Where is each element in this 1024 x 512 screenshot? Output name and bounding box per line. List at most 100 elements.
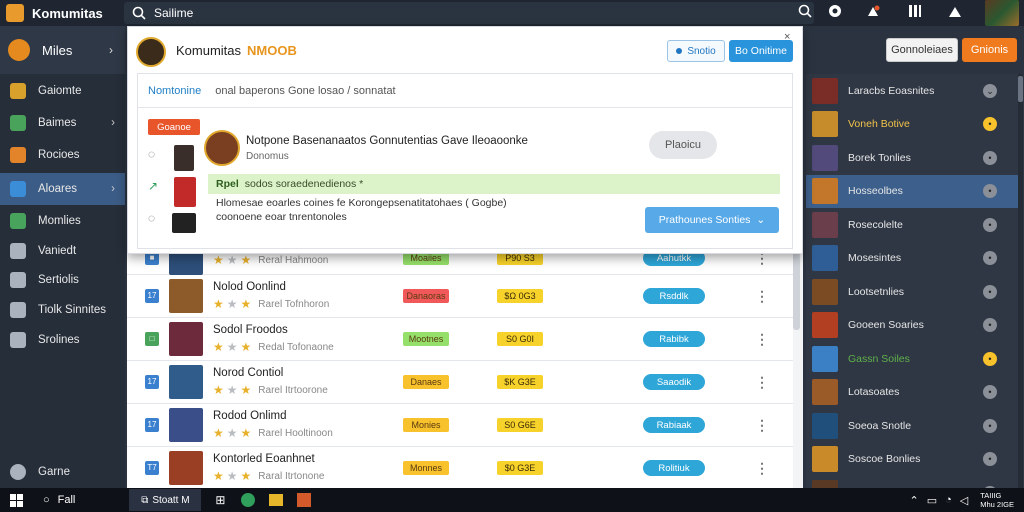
sidebar-item-aloares[interactable]: Aloares › [0, 173, 125, 205]
task-view-icon[interactable]: ⊞ [215, 493, 225, 507]
search-icon[interactable] [796, 4, 814, 22]
row-name[interactable]: Kontorled Eoanhnet [213, 453, 403, 465]
close-icon[interactable]: × [784, 31, 790, 43]
table-row[interactable]: 17 Norod Contiol ★ ★ ★ Rarel Itrtoorone Danaes… [127, 361, 793, 404]
header-button-primary[interactable]: Gnionis [962, 38, 1017, 62]
right-scrollbar[interactable] [1018, 74, 1023, 488]
tab-description[interactable]: onal baperons Gone losao / sonnatat [215, 85, 395, 97]
star-icon: ★ [226, 426, 238, 440]
row-status-button[interactable]: Rolitiuk [643, 460, 705, 476]
status-dot-icon[interactable]: • [983, 217, 997, 232]
sidebar-item-vaniedt[interactable]: Vaniedt [0, 235, 125, 267]
taskbar-active-app[interactable]: ⧉ Stoatt M [129, 489, 202, 511]
right-panel-item[interactable]: Lootsetnlies • [806, 275, 1021, 308]
grid-icon[interactable] [906, 4, 924, 22]
folder-icon[interactable] [269, 494, 284, 506]
search-input[interactable] [154, 6, 754, 20]
store-icon[interactable] [297, 493, 312, 507]
star-icon: ★ [226, 469, 238, 483]
sidebar-item-rocioes[interactable]: Rocioes [0, 139, 125, 171]
help-icon[interactable] [826, 4, 844, 22]
right-scroll-thumb[interactable] [1018, 76, 1023, 102]
dialog-secondary-button[interactable]: Snotio [667, 40, 725, 62]
primary-action-button[interactable]: Prathounes Sonties ⌄ [645, 207, 779, 233]
browser-icon[interactable] [241, 493, 256, 507]
taskbar-search-label[interactable]: Fall [58, 494, 76, 506]
more-options-icon[interactable]: ⋮ [755, 460, 769, 477]
right-panel-item[interactable]: Hosseolbes • [806, 174, 1021, 208]
right-panel-item[interactable]: Soeoa Snotle • [806, 409, 1021, 442]
row-name[interactable]: Rodod Onlimd [213, 410, 403, 422]
row-status-button[interactable]: Saaodik [643, 374, 705, 390]
right-panel-item[interactable]: Gassn Soiles • [806, 342, 1021, 375]
network-icon[interactable]: ▭ [927, 494, 937, 507]
right-panel-item[interactable]: Mosesintes • [806, 242, 1021, 275]
clock[interactable]: TAIIIG Mhu 2IGE [980, 491, 1014, 509]
status-dot-icon[interactable]: ⌄ [983, 83, 997, 98]
right-panel-item[interactable]: Gooeen Soaries • [806, 309, 1021, 342]
table-row[interactable]: 17 Rodod Onlimd ★ ★ ★ Rarel Hooltinoon Monies S… [127, 404, 793, 447]
chevron-up-icon[interactable]: ⌃ [909, 494, 918, 507]
dialog-primary-button[interactable]: Bo Onitime [729, 40, 793, 62]
sidebar-header[interactable]: Miles › [0, 26, 125, 74]
status-dot-icon[interactable]: • [983, 251, 997, 265]
user-avatar[interactable] [985, 0, 1019, 26]
sidebar-item-momlies[interactable]: Momlies [0, 205, 125, 237]
row-checkbox[interactable]: 17 [145, 289, 159, 303]
dialog-title: Komumitas NMOOB [176, 43, 297, 58]
row-name[interactable]: Nolod Oonlind [213, 281, 403, 293]
tab-active[interactable]: Nomtonine [148, 85, 201, 97]
sidebar-item-game[interactable]: Garne [0, 456, 125, 488]
row-info: Rodod Onlimd ★ ★ ★ Rarel Hooltinoon [213, 410, 403, 440]
status-dot-icon[interactable]: • [983, 418, 997, 433]
sidebar-item-tiolk-sinnites[interactable]: Tiolk Sinnites [0, 294, 125, 326]
row-name[interactable]: Sodol Froodos [213, 324, 403, 336]
upload-icon[interactable] [946, 4, 964, 22]
status-dot-icon[interactable]: • [983, 150, 997, 165]
status-dot-icon[interactable]: • [983, 117, 997, 131]
table-row[interactable]: T7 Kontorled Eoanhnet ★ ★ ★ Raral Itrtonone Mo… [127, 447, 793, 490]
status-dot-icon[interactable]: • [983, 284, 997, 299]
row-checkbox[interactable]: 17 [145, 375, 159, 389]
sidebar-item-baimes[interactable]: Baimes › [0, 107, 125, 139]
more-options-icon[interactable]: ⋮ [755, 331, 769, 348]
row-info: Nolod Oonlind ★ ★ ★ Rarel Tofnhoron [213, 281, 403, 311]
row-checkbox[interactable]: T7 [145, 461, 159, 475]
status-dot-icon[interactable]: • [983, 351, 997, 366]
success-text: sodos soraedenedienos * [244, 178, 364, 190]
row-rating: ★ ★ ★ Rarel Hooltinoon [213, 426, 403, 440]
search-icon[interactable]: ○ [43, 494, 50, 506]
row-name[interactable]: Norod Contiol [213, 367, 403, 379]
table-row[interactable]: □ Sodol Froodos ★ ★ ★ Redal Tofonaone Mootnes S… [127, 318, 793, 361]
start-icon[interactable] [10, 493, 23, 507]
right-panel-item[interactable]: Rosecolelte • [806, 208, 1021, 241]
row-status-button[interactable]: Rabiaak [643, 417, 705, 433]
status-dot-icon[interactable]: • [983, 385, 997, 399]
volume-icon[interactable]: ◁ [960, 494, 968, 507]
status-dot-icon[interactable]: • [983, 452, 997, 466]
table-row[interactable]: 17 Nolod Oonlind ★ ★ ★ Rarel Tofnhoron Danaora… [127, 275, 793, 318]
notification-icon[interactable] [864, 4, 882, 22]
item-action-button[interactable]: Plaoicu [649, 131, 717, 159]
right-panel-item[interactable]: Borek Tonlies • [806, 141, 1021, 174]
sidebar-item-srolines[interactable]: Srolines [0, 324, 125, 356]
more-options-icon[interactable]: ⋮ [755, 288, 769, 305]
right-panel-item[interactable]: Soscoe Bonlies • [806, 443, 1021, 476]
header-button-secondary[interactable]: Gonnoleiaes [886, 38, 958, 62]
status-dot-icon[interactable]: • [983, 318, 997, 332]
row-status-button[interactable]: Rabibk [643, 331, 705, 347]
row-checkbox[interactable]: 17 [145, 418, 159, 432]
wifi-icon[interactable]: ◔ [945, 494, 952, 506]
more-options-icon[interactable]: ⋮ [755, 417, 769, 434]
search-bar[interactable] [124, 2, 814, 24]
right-panel-item[interactable]: Lotasoates • [806, 376, 1021, 409]
right-panel-item[interactable]: Laracbs Eoasnites ⌄ [806, 74, 1021, 107]
row-checkbox[interactable]: □ [145, 332, 159, 346]
more-options-icon[interactable]: ⋮ [755, 374, 769, 391]
sidebar-item-sertiolis[interactable]: Sertiolis [0, 264, 125, 296]
right-panel-item[interactable]: Voneh Botive • [806, 108, 1021, 141]
row-status-button[interactable]: Rsddlk [643, 288, 705, 304]
sidebar-item-gaiomte[interactable]: Gaiomte [0, 75, 125, 107]
description-line-2: coonoene eoar tnrentonoles [216, 211, 347, 223]
status-dot-icon[interactable]: • [983, 184, 997, 198]
